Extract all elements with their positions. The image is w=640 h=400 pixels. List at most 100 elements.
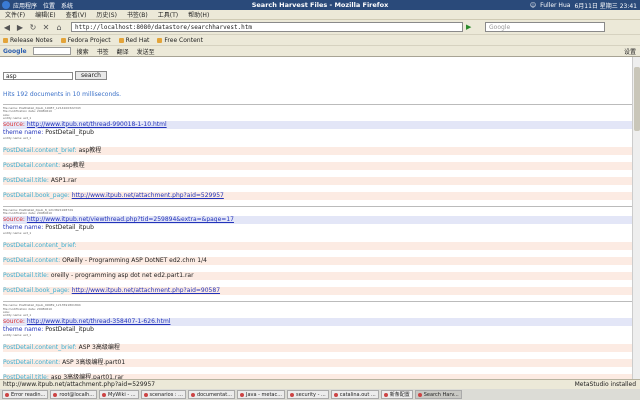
google-toolbar-logo[interactable]: Google [3,48,27,55]
field-spacer [3,185,632,192]
go-icon[interactable]: ▶ [466,23,476,31]
app-icon [383,392,388,397]
search-placeholder: Google [489,23,511,31]
app-icon [417,392,422,397]
app-icon [190,392,195,397]
google-toolbar-item[interactable]: 书签 [97,47,109,56]
field-spacer [3,265,632,272]
taskbar-label: root@localh... [59,391,94,398]
taskbar-button[interactable]: security - ... [287,390,329,399]
taskbar-button[interactable]: documentat... [187,390,235,399]
user-name[interactable]: Fuller Hua [540,2,570,9]
search-input[interactable]: asp [3,71,73,80]
source-label: source: [3,215,25,223]
field-link[interactable]: http://www.itpub.net/attachment.php?aid=… [72,192,224,199]
bookmark-icon [118,37,124,43]
bookmark-label: Fedora Project [67,36,111,44]
taskbar-label: security - ... [296,391,326,398]
google-toolbar-item[interactable]: 翻译 [117,47,129,56]
fedora-logo-icon[interactable] [2,1,10,9]
field-label: PostDetail.book_page: [3,287,70,295]
field-label: PostDetail.content: [3,257,61,265]
field-spacer [3,140,632,147]
app-icon [239,392,244,397]
stop-icon[interactable]: ✕ [41,22,51,32]
system-menu[interactable]: 系统 [61,1,73,10]
web-search-box[interactable]: Google [485,22,605,32]
bookmark-icon [3,37,8,43]
menu-item[interactable]: 查看(V) [66,10,87,19]
url-text: http://localhost:8080/datastore/searchha… [75,23,253,31]
result-theme-row: theme name: PostDetail_itpub [3,326,632,334]
bookmark-label: Release Notes [10,36,53,44]
applications-menu[interactable]: 应用程序 [13,1,37,10]
field-label: PostDetail.title: [3,177,49,185]
taskbar-button[interactable]: scenarios : ... [140,390,186,399]
menu-item[interactable]: 历史(S) [96,10,117,19]
bookmark-item[interactable]: Red Hat [118,37,149,44]
vertical-scrollbar[interactable] [632,57,640,379]
result-source-row: source: http://www.itpub.net/viewthread.… [3,215,632,224]
app-icon [102,392,106,397]
bookmark-item[interactable]: Release Notes [3,37,53,44]
field-value: ASP1.rar [50,177,77,185]
navigation-toolbar: ◀ ▶ ↻ ✕ ⌂ http://localhost:8080/datastor… [0,20,640,34]
menu-item[interactable]: 帮助(H) [188,10,209,19]
url-bar[interactable]: http://localhost:8080/datastore/searchha… [71,22,463,32]
reload-icon[interactable]: ↻ [28,22,38,32]
bookmark-label: Free Content [164,36,203,44]
field-value: ASP 3高级编程 [78,344,120,352]
taskbar-button[interactable]: Error readin... [2,390,49,399]
search-button[interactable]: search [75,71,107,80]
field-value: oreilly - programming asp dot net ed2.pa… [50,272,194,280]
taskbar-button[interactable]: MyWiki - ... [99,390,139,399]
page-content: asp search Hits 192 documents in 10 mill… [0,57,632,379]
user-icon[interactable]: ☺ [530,2,536,9]
scrollbar-thumb[interactable] [634,67,640,131]
menu-item[interactable]: 文件(F) [5,10,25,19]
back-icon[interactable]: ◀ [2,22,12,32]
taskbar-button[interactable]: root@localh... [50,390,97,399]
source-link[interactable]: http://www.itpub.net/thread-358407-1-626… [27,318,171,325]
bookmark-item[interactable]: Fedora Project [60,36,111,44]
theme-value: PostDetail_itpub [45,223,94,231]
google-toolbar-input[interactable] [32,47,71,55]
clock[interactable]: 6月11日 星期三 23:41 [574,1,637,10]
menu-item[interactable]: 书签(B) [127,10,148,19]
result-field-row: PostDetail.title: oreilly - programming … [3,272,632,281]
taskbar-button[interactable]: 新条配置 [380,390,413,399]
bookmark-item[interactable]: Free Content [157,37,203,44]
taskbar-label: catalina.out ... [339,391,376,398]
theme-value: PostDetail_itpub [45,325,94,333]
taskbar-button[interactable]: Search Harv... [414,390,462,399]
results-list: file name: PostDetail_itpub_19087_121410… [3,104,632,379]
taskbar-button[interactable]: Java - metac... [236,390,286,399]
taskbar-button[interactable]: catalina.out ... [330,390,379,399]
field-spacer [3,235,632,242]
taskbar: Error readin... root@localh... MyWiki - ..… [0,389,640,400]
google-settings[interactable]: 设置 [624,47,640,56]
field-link[interactable]: http://www.itpub.net/attachment.php?aid=… [72,287,220,294]
theme-label: theme name: [3,128,44,136]
source-link[interactable]: http://www.itpub.net/viewthread.php?tid=… [27,216,234,223]
taskbar-label: scenarios : ... [149,391,183,398]
result-theme-row: theme name: PostDetail_itpub [3,129,632,137]
places-menu[interactable]: 位置 [43,1,55,10]
field-label: PostDetail.content_brief: [3,242,77,250]
menu-item[interactable]: 编辑(E) [35,10,55,19]
taskbar-label: Error readin... [11,391,46,398]
field-spacer [3,280,632,287]
theme-label: theme name: [3,325,44,333]
menu-item[interactable]: 工具(T) [158,10,178,19]
home-icon[interactable]: ⌂ [54,22,64,32]
app-icon [53,392,58,397]
forward-icon[interactable]: ▶ [15,22,25,32]
source-link[interactable]: http://www.itpub.net/thread-990018-1-10.… [27,121,167,128]
result-meta: file name: PostDetail_itpub_8_1213821928… [3,208,632,216]
result-field-row: PostDetail.title: ASP1.rar [3,177,632,186]
google-toolbar-item[interactable]: 搜索 [77,47,89,56]
google-toolbar-item[interactable]: 发送至 [137,47,155,56]
theme-label: theme name: [3,223,44,231]
taskbar-label: Java - metac... [245,391,283,398]
result-field-row: PostDetail.content_brief: ASP 3高级编程 [3,344,632,353]
